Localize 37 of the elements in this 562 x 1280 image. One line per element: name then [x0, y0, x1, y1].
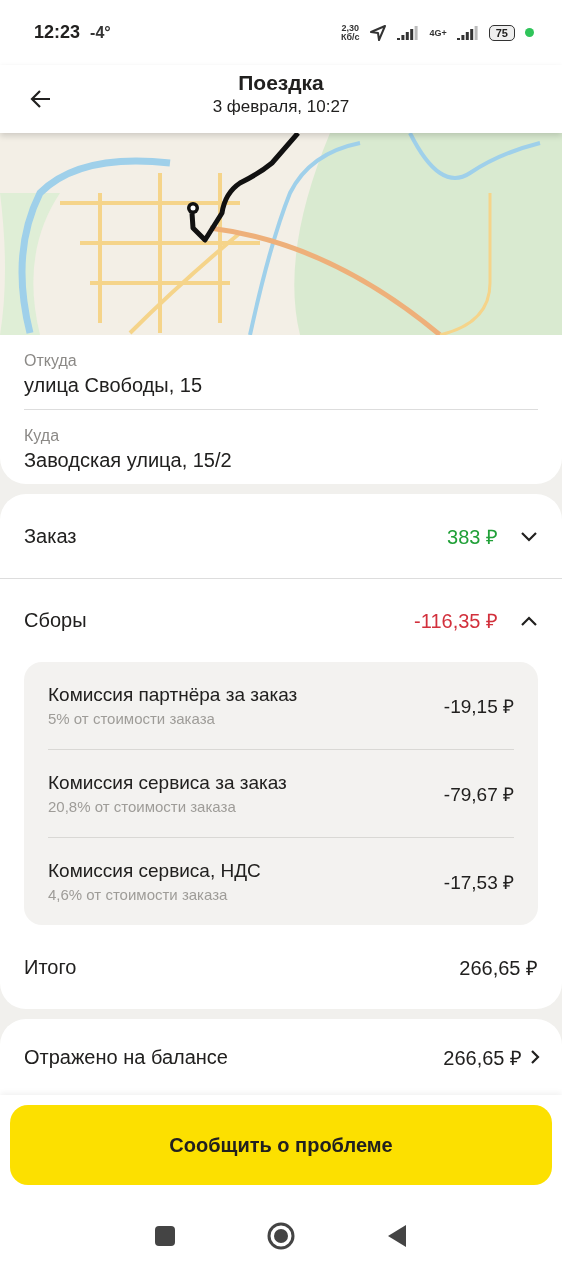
address-label: Откуда [24, 352, 78, 370]
address-text: Заводская улица, 15/2 [24, 449, 233, 472]
chevron-icon [530, 1049, 540, 1065]
total-label: Итого [24, 955, 77, 979]
fee-name: Комиссия сервиса за заказ [48, 772, 288, 794]
temperature: -4° [90, 23, 111, 42]
chevron-icon [520, 530, 538, 542]
recents-button[interactable] [154, 1224, 176, 1247]
address-text: улица Свободы, 15 [24, 374, 204, 397]
trip-date: 3 февраля, 10:27 [212, 97, 350, 117]
home-button[interactable] [266, 1220, 296, 1251]
fee-amount: -19,15 ₽ [443, 694, 514, 719]
fee-name: Комиссия сервиса, НДС [48, 860, 262, 882]
section-amount: 383 ₽ [447, 524, 498, 550]
section-amount: -116,35 ₽ [414, 609, 498, 634]
back-nav-button[interactable] [386, 1223, 408, 1248]
network-speed: 2,30 Кб/с [340, 23, 360, 42]
location-icon [369, 23, 388, 42]
chevron-icon [520, 614, 538, 627]
battery-level: 75 [488, 24, 515, 41]
status-time: 12:23 [34, 22, 81, 43]
balance-row[interactable]: Отражено на балансе 266,65 ₽ [0, 1019, 562, 1095]
fee-note: 20,8% от стоимости заказа [48, 798, 237, 815]
network-type: 4G+ [429, 27, 447, 38]
fee-amount: -17,53 ₽ [443, 870, 514, 895]
report-problem-button[interactable]: Сообщить о проблеме [10, 1105, 552, 1185]
fee-name: Комиссия партнёра за заказ [48, 684, 299, 706]
page-title: Поездка [238, 71, 324, 95]
signal-icon [456, 25, 479, 40]
signal-icon [397, 25, 420, 40]
fee-note: 5% от стоимости заказа [48, 710, 216, 727]
address-label: Куда [24, 427, 61, 445]
fee-note: 4,6% от стоимости заказа [48, 886, 229, 903]
section-header[interactable]: Заказ 383 ₽ [0, 494, 562, 578]
total-amount: 266,65 ₽ [459, 955, 538, 981]
fee-amount: -79,67 ₽ [443, 782, 514, 807]
indicator-dot [525, 28, 534, 37]
